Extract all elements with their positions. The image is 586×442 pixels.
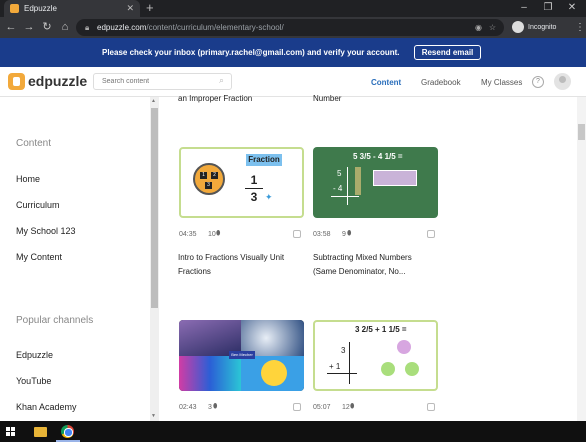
chrome-icon[interactable]	[61, 425, 74, 438]
thumb-label: Fraction	[246, 154, 282, 166]
video-duration: 05:07	[313, 404, 331, 411]
kebab-icon[interactable]: ⋮	[575, 17, 585, 38]
channel-khan-academy[interactable]: Khan Academy	[16, 402, 77, 412]
tab-title: Edpuzzle	[24, 4, 57, 13]
windows-taskbar	[0, 421, 586, 442]
windows-start-icon[interactable]	[6, 427, 16, 437]
search-input[interactable]	[93, 73, 232, 90]
thumb-annotation	[373, 170, 417, 186]
incognito-label: Incognito	[528, 24, 557, 31]
sidebar-item-my-school[interactable]: My School 123	[16, 226, 76, 236]
card-title-line[interactable]: Fractions	[178, 265, 211, 279]
question-count: 10	[208, 231, 216, 238]
lock-icon: 🔒︎	[85, 23, 90, 32]
video-thumbnail[interactable]: 3 2/5 + 1 1/5 = 3 + 1	[313, 320, 438, 391]
select-checkbox[interactable]	[293, 230, 301, 238]
url-host: edpuzzle.com	[97, 23, 147, 32]
sidebar-item-curriculum[interactable]: Curriculum	[16, 200, 60, 210]
page-scrollbar[interactable]	[577, 97, 586, 421]
close-window-icon[interactable]: ✕	[562, 0, 582, 16]
minimize-icon[interactable]: –	[514, 0, 534, 16]
sidebar-item-home[interactable]: Home	[16, 174, 40, 184]
url-path: /content/curriculum/elementary-school/	[146, 23, 284, 32]
emoji-icon	[261, 360, 287, 386]
brand-name[interactable]: edpuzzle	[28, 73, 87, 90]
question-count: 3	[208, 404, 212, 411]
video-thumbnail[interactable]: 5 3/5 - 4 1/5 = 5 - 4	[313, 147, 438, 218]
thumb-numerator: 1	[250, 173, 258, 187]
video-duration: 04:35	[179, 231, 197, 238]
question-marker-icon: ⬮	[350, 403, 355, 410]
card-title-partial[interactable]: Number	[313, 92, 341, 106]
nav-my-classes[interactable]: My Classes	[481, 78, 522, 87]
question-count: 9	[342, 231, 346, 238]
address-bar[interactable]: 🔒︎ edpuzzle.com/content/curriculum/eleme…	[76, 19, 504, 36]
channel-youtube[interactable]: YouTube	[16, 376, 51, 386]
sidebar-heading-channels: Popular channels	[16, 315, 94, 326]
question-marker-icon: ⬮	[347, 230, 352, 237]
edpuzzle-favicon-icon	[10, 4, 19, 13]
card-title-line[interactable]: (Same Denominator, No...	[313, 265, 405, 279]
maximize-icon[interactable]: ❐	[538, 0, 558, 16]
select-checkbox[interactable]	[293, 403, 301, 411]
card-title-line[interactable]: Intro to Fractions Visually Unit	[178, 251, 284, 265]
new-tab-button[interactable]: +	[146, 0, 154, 16]
forward-icon[interactable]: →	[22, 17, 36, 38]
sparkle-icon: ✦	[265, 192, 273, 202]
star-icon[interactable]: ☆	[489, 19, 496, 36]
video-thumbnail[interactable]: 1 2 3 Fraction 1 3 ✦	[179, 147, 304, 218]
thumb-denominator: 3	[250, 190, 258, 204]
tab-close-icon[interactable]: ✕	[126, 0, 134, 17]
resend-email-button[interactable]: Resend email	[414, 45, 481, 60]
scroll-up-icon[interactable]: ▲	[151, 98, 156, 104]
fraction-bar	[245, 188, 263, 189]
banner-message: Please check your inbox (primary.rachel@…	[102, 48, 400, 57]
browser-tab[interactable]: Edpuzzle ✕	[4, 0, 140, 17]
sidebar-heading-content: Content	[16, 138, 52, 149]
sidebar-scrollbar-thumb[interactable]	[151, 108, 158, 308]
verify-banner: Please check your inbox (primary.rachel@…	[0, 38, 586, 67]
edpuzzle-logo-icon[interactable]	[8, 73, 25, 90]
channel-edpuzzle[interactable]: Edpuzzle	[16, 350, 53, 360]
home-icon[interactable]: ⌂	[58, 17, 72, 38]
question-marker-icon: ⬮	[213, 403, 218, 410]
video-duration: 03:58	[313, 231, 331, 238]
file-explorer-icon[interactable]	[34, 427, 47, 437]
help-icon[interactable]: ?	[532, 76, 544, 88]
thumb-expression: 5 3/5 - 4 1/5 =	[353, 152, 403, 161]
back-icon[interactable]: ←	[4, 17, 18, 38]
select-checkbox[interactable]	[427, 403, 435, 411]
page-scrollbar-thumb[interactable]	[578, 124, 585, 140]
question-marker-icon: ⬮	[216, 230, 221, 237]
nav-content[interactable]: Content	[371, 78, 401, 87]
pie-graphic: 1 2 3	[193, 163, 225, 195]
search-icon[interactable]: ⌕	[219, 75, 224, 86]
select-checkbox[interactable]	[427, 230, 435, 238]
card-title-line[interactable]: Subtracting Mixed Numbers	[313, 251, 412, 265]
thumb-expression: 3 2/5 + 1 1/5 =	[355, 325, 407, 334]
thumb-label: Ben Mecher	[229, 351, 255, 359]
eye-off-icon[interactable]: ◉	[475, 19, 482, 36]
nav-gradebook[interactable]: Gradebook	[421, 78, 461, 87]
reload-icon[interactable]: ↻	[40, 17, 54, 38]
video-thumbnail[interactable]: Ben Mecher	[179, 320, 304, 391]
incognito-icon	[512, 21, 524, 34]
video-duration: 02:43	[179, 404, 197, 411]
avatar[interactable]	[554, 73, 571, 90]
card-title-partial[interactable]: an Improper Fraction	[178, 92, 252, 106]
sidebar-item-my-content[interactable]: My Content	[16, 252, 62, 262]
scroll-down-icon[interactable]: ▼	[151, 413, 156, 419]
question-count: 12	[342, 404, 350, 411]
incognito-indicator[interactable]: Incognito	[512, 20, 556, 35]
